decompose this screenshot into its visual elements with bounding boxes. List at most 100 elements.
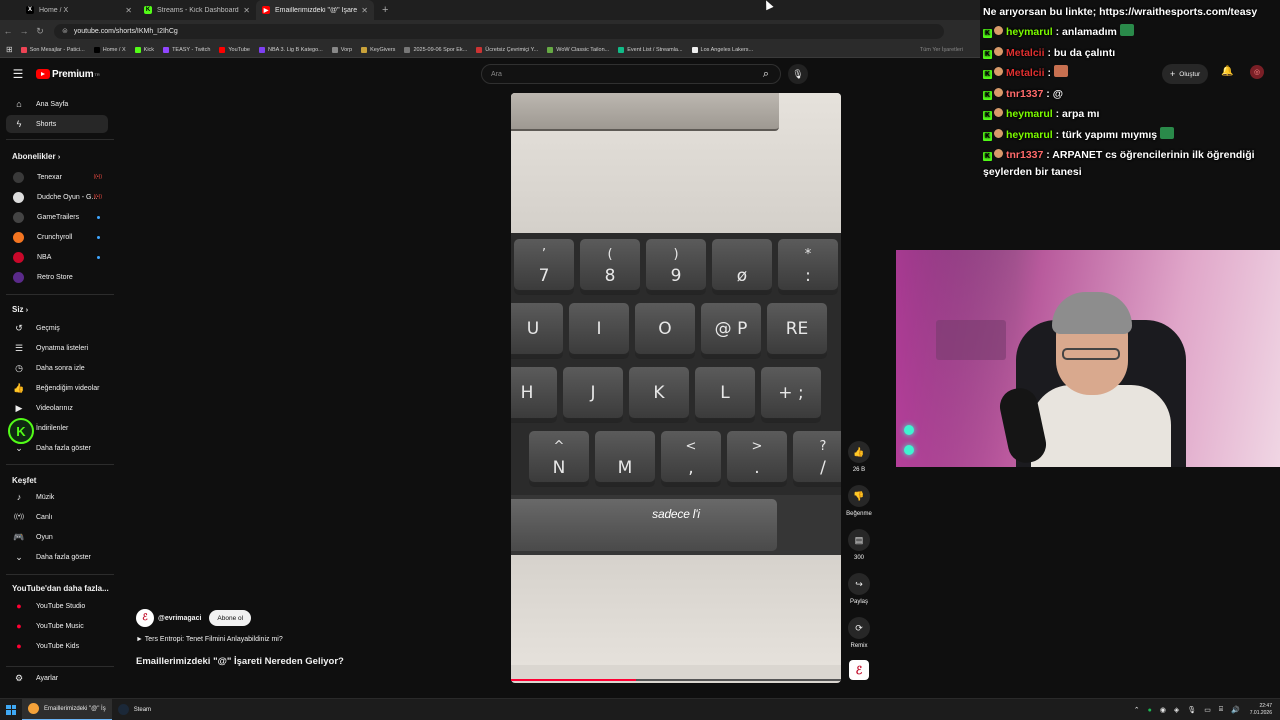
bookmark-favicon-icon [93, 46, 100, 53]
clock[interactable]: 22:47 7.01.2026 [1250, 703, 1272, 717]
like-button[interactable]: 👍 26 B [846, 441, 872, 473]
sidebar-item-subscription[interactable]: Retro Store [6, 268, 108, 286]
sidebar-item-settings[interactable]: ⚙ Ayarlar [6, 669, 108, 687]
sidebar-item-subscription[interactable]: Crunchyroll [6, 228, 108, 246]
bookmark-item[interactable]: Event List / Streamla... [618, 46, 683, 53]
sidebar-item-label: Oynatma listeleri [36, 344, 89, 352]
sidebar-item-you[interactable]: ◷ Daha sonra izle [6, 359, 108, 377]
network-icon[interactable]: ⌸ [1219, 706, 1223, 714]
start-button[interactable] [0, 699, 22, 720]
menu-icon[interactable]: ☰ [0, 67, 36, 81]
sidebar-item-you[interactable]: 👍 Beğendiğim videolar [6, 379, 108, 397]
chevron-up-icon[interactable]: ⌃ [1134, 706, 1140, 714]
bookmark-item[interactable]: NBA 3. Lig B Katego... [259, 46, 323, 53]
sub-badge-icon [994, 26, 1003, 35]
sidebar-item-more[interactable]: ● YouTube Music [6, 617, 108, 635]
sidebar-item-explore[interactable]: 🎮 Oyun [6, 528, 108, 546]
bookmark-item[interactable]: WoW Classic Tailon... [547, 46, 609, 53]
subscribe-button[interactable]: Abone ol [209, 610, 252, 626]
sidebar-item-you[interactable]: ↺ Geçmiş [6, 319, 108, 337]
microphone-icon[interactable]: 🎙 [788, 64, 808, 84]
share-button[interactable]: ↪ Paylaş [846, 573, 872, 605]
channel-thumbnail[interactable]: ℰ [849, 660, 869, 680]
search-icon[interactable]: ⌕ [752, 64, 780, 84]
new-tab-button[interactable]: + [382, 4, 388, 16]
chat-message: Ktnr1337 : ARPANET cs öğrencilerinin ilk… [983, 147, 1278, 181]
bookmark-item[interactable]: 2025-09-06 Spor Ek... [404, 46, 467, 53]
stream-chat-overlay: Ne arıyorsan bu linkte; https://wraithes… [980, 0, 1280, 184]
video-title: Emaillerimizdeki "@" İşareti Nereden Gel… [136, 656, 344, 667]
keyboard-key: RE [767, 303, 827, 359]
url-field[interactable]: ⊜ youtube.com/shorts/IKMh_I2IhCg [54, 23, 944, 39]
key-bottom-label: N [552, 458, 566, 478]
taskbar-app[interactable]: Emaillerimizdeki "@" İş [22, 698, 112, 720]
related-video-link[interactable]: ► Ters Entropi: Tenet Filmini Anlayabild… [136, 636, 283, 643]
video-keyboard: ’ 7(8) 9 ø *: U I O @ P RE H J K L + ; ^ N M <, >.? / [511, 233, 841, 495]
site-info-icon[interactable]: ⊜ [62, 27, 68, 35]
key-label: + ; [778, 383, 804, 403]
sidebar-item-you[interactable]: ☰ Oynatma listeleri [6, 339, 108, 357]
spotify-icon[interactable]: ● [1148, 707, 1152, 714]
close-icon[interactable]: ✕ [243, 6, 250, 15]
remix-icon: ⟳ [848, 617, 870, 639]
bookmark-item[interactable]: YouTube [219, 46, 250, 53]
key-top-label: ^ [553, 439, 565, 454]
bookmark-item[interactable]: Ücretsiz Çevrimiçi Y... [476, 46, 538, 53]
sidebar-item-subscription[interactable]: NBA [6, 248, 108, 266]
sidebar-item-more[interactable]: ● YouTube Studio [6, 597, 108, 615]
back-icon[interactable]: ← [0, 26, 16, 36]
bookmark-item[interactable]: TEASY - Twitch [163, 46, 210, 53]
display-icon[interactable]: ▭ [1204, 706, 1211, 714]
browser-tab[interactable]: X Home / X ✕ [20, 0, 138, 20]
sidebar-item-subscription[interactable]: Tenexar ((•)) [6, 168, 108, 186]
bookmark-item[interactable]: Vorp [331, 46, 352, 53]
security-icon[interactable]: ◈ [1174, 706, 1179, 714]
forward-icon[interactable]: → [16, 26, 32, 36]
bookmark-item[interactable]: Son Mesajlar - Patici... [20, 46, 85, 53]
microphone-tray-icon[interactable]: 🎙 [1187, 706, 1196, 714]
search-input[interactable]: Ara [481, 64, 781, 84]
sidebar-item-more[interactable]: ● YouTube Kids [6, 637, 108, 655]
video-progress-bar[interactable] [511, 679, 841, 681]
channel-avatar[interactable]: ℰ [136, 609, 154, 627]
close-icon[interactable]: ✕ [361, 6, 368, 15]
reload-icon[interactable]: ↻ [32, 26, 48, 37]
all-bookmarks-button[interactable]: Tüm Yer İşaretleri [920, 47, 963, 53]
youtube-logo[interactable]: Premium TR [36, 69, 100, 80]
taskbar-app[interactable]: Steam [112, 699, 157, 720]
bookmark-label: Kick [143, 46, 155, 53]
bookmark-item[interactable]: Kick [134, 46, 155, 53]
bookmark-item[interactable]: Los Angeles Lakers... [691, 46, 753, 53]
dislike-button[interactable]: 👎 Beğenme [846, 485, 872, 517]
bookmark-item[interactable]: KeyGivers [361, 46, 395, 53]
volume-icon[interactable]: 🔊 [1231, 706, 1240, 714]
music-icon: ♪ [16, 492, 22, 502]
sidebar-item-you[interactable]: ▶ Videolarınız [6, 399, 108, 417]
chat-emote-icon [1053, 65, 1068, 77]
browser-tab-active[interactable]: ▶ Emaillerimizdeki "@" İşareti ✕ [256, 0, 374, 20]
sidebar-item-subscription[interactable]: GameTrailers [6, 208, 108, 226]
chat-username: tnr1337 [1006, 87, 1044, 100]
subscriptions-heading[interactable]: Abonelikler › [12, 152, 60, 161]
like-count: 26 B [852, 467, 866, 473]
comments-button[interactable]: ▤ 300 [846, 529, 872, 561]
tab-label: Emaillerimizdeki "@" İşareti [275, 6, 357, 14]
sidebar-item-subscription[interactable]: Dudche Oyun - G... ((•)) [6, 188, 108, 206]
shorts-video-player[interactable]: ’ 7(8) 9 ø *: U I O @ P RE H J K L + ; ^ N M <, >.? / sadece… [511, 93, 841, 683]
bookmark-item[interactable]: Home / X [93, 46, 126, 53]
close-icon[interactable]: ✕ [125, 6, 132, 15]
sidebar-item-explore[interactable]: ⌄ Daha fazla göster [6, 548, 108, 566]
channel-name[interactable]: @evrimagaci [158, 615, 201, 622]
steam-tray-icon[interactable]: ◉ [1160, 706, 1166, 714]
sidebar-item-home[interactable]: ⌂ Ana Sayfa [6, 95, 108, 113]
apps-grid-icon[interactable]: ⊞ [6, 45, 13, 54]
sidebar-item-explore[interactable]: ((•)) Canlı [6, 508, 108, 526]
bookmark-favicon-icon [547, 46, 554, 53]
remix-button[interactable]: ⟳ Remix [846, 617, 872, 649]
sidebar-item-label: Shorts [36, 120, 57, 128]
browser-tab[interactable]: K Streams - Kick Dashboard ✕ [138, 0, 256, 20]
you-heading[interactable]: Siz › [12, 305, 28, 314]
sidebar-item-shorts[interactable]: ϟ Shorts [6, 115, 108, 133]
sidebar-item-explore[interactable]: ♪ Müzik [6, 488, 108, 506]
keyboard-key: + ; [761, 367, 821, 423]
